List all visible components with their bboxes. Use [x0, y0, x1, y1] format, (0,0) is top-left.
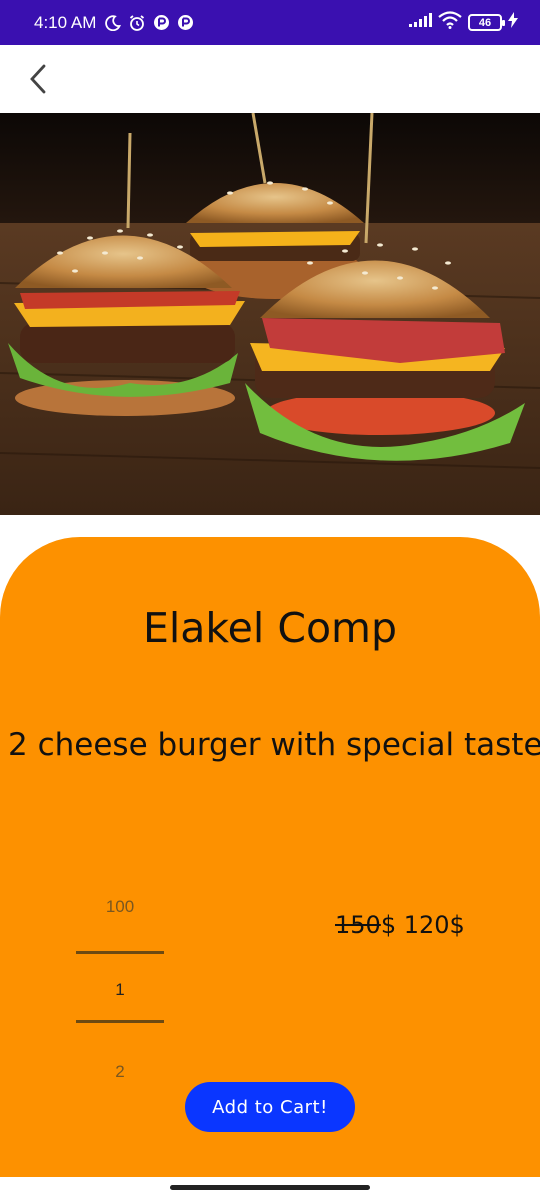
- status-right: 46: [408, 11, 518, 34]
- chevron-left-icon: [30, 64, 46, 94]
- product-description: 2 cheese burger with special taste: [8, 727, 540, 763]
- quantity-picker-current[interactable]: 1: [76, 980, 164, 1000]
- status-time: 4:10 AM: [34, 12, 97, 32]
- app-notification-icon: [176, 14, 194, 32]
- product-title: Elakel Comp: [142, 604, 398, 652]
- status-left: 4:10 AM: [34, 13, 194, 33]
- battery-icon: 46: [468, 14, 505, 31]
- product-image: [0, 113, 540, 515]
- home-indicator[interactable]: [170, 1185, 370, 1190]
- app-notification-icon: [152, 14, 170, 32]
- signal-icon: [408, 13, 432, 32]
- status-bar: 4:10 AM 46: [0, 0, 540, 45]
- price: 150$ 120$: [335, 911, 465, 939]
- moon-icon: [104, 14, 122, 32]
- wifi-icon: [438, 11, 462, 34]
- quantity-picker-previous[interactable]: 100: [76, 897, 164, 917]
- picker-divider: [76, 951, 164, 954]
- charging-icon: [508, 12, 518, 33]
- old-price: 150: [335, 911, 381, 939]
- current-price: $ 120$: [380, 911, 465, 939]
- back-button[interactable]: [18, 57, 58, 101]
- add-to-cart-button[interactable]: Add to Cart!: [185, 1082, 355, 1132]
- quantity-picker-next[interactable]: 2: [76, 1062, 164, 1082]
- battery-level: 46: [478, 17, 492, 29]
- alarm-icon: [128, 14, 146, 32]
- picker-divider: [76, 1020, 164, 1023]
- toolbar: [0, 45, 540, 115]
